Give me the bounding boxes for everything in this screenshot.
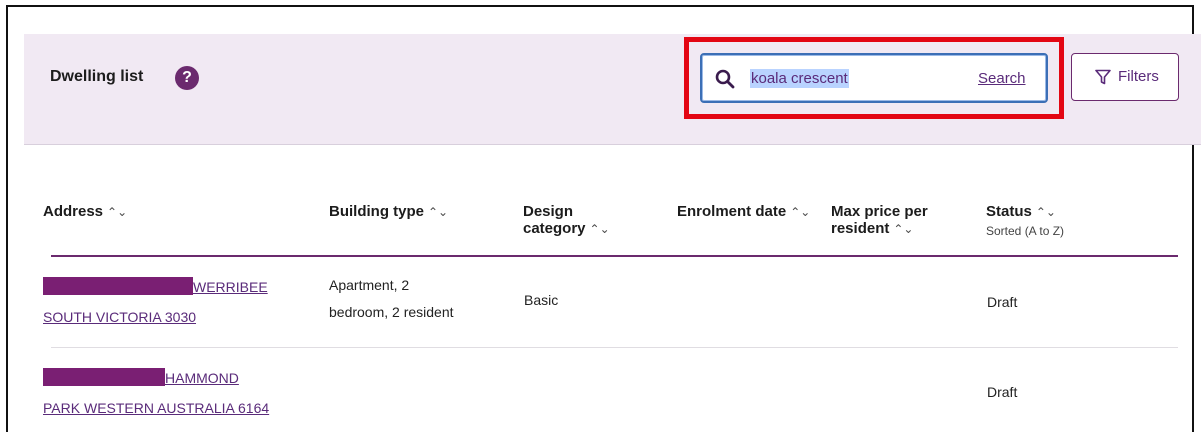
sort-icon[interactable]: ⌃⌄ [428, 205, 448, 219]
address-link[interactable]: WERRIBEE SOUTH VICTORIA 3030 [43, 272, 268, 332]
search-input[interactable]: koala crescent Search [700, 53, 1048, 103]
column-header-building-type[interactable]: Building type ⌃⌄ [329, 203, 448, 221]
building-type-cell: Apartment, 2 bedroom, 2 resident [329, 277, 454, 320]
sort-icon[interactable]: ⌃⌄ [590, 222, 610, 236]
design-category-cell: Basic [524, 292, 559, 308]
window-frame: Dwelling list ? koala crescent Search Fi… [6, 5, 1201, 432]
sort-icon[interactable]: ⌃⌄ [107, 205, 127, 219]
page-title: Dwelling list [50, 68, 144, 85]
status-cell: Draft [987, 294, 1018, 310]
column-header-enrolment-date[interactable]: Enrolment date ⌃⌄ [677, 203, 810, 221]
column-header-max-price[interactable]: Max price per resident ⌃⌄ [831, 203, 928, 238]
help-icon[interactable]: ? [175, 66, 199, 90]
status-sort-note: Sorted (A to Z) [986, 224, 1065, 238]
sort-icon[interactable]: ⌃⌄ [790, 205, 810, 219]
search-button[interactable]: Search [978, 70, 1026, 87]
row-divider [51, 347, 1178, 348]
sort-icon[interactable]: ⌃⌄ [893, 222, 913, 236]
sort-icon[interactable]: ⌃⌄ [1036, 205, 1056, 219]
filters-label: Filters [1118, 68, 1159, 85]
redacted-text [43, 368, 165, 386]
column-header-address[interactable]: Address ⌃⌄ [43, 203, 127, 221]
filters-button[interactable]: Filters [1071, 53, 1179, 101]
address-link[interactable]: HAMMOND PARK WESTERN AUSTRALIA 6164 [43, 363, 269, 423]
status-cell: Draft [987, 384, 1018, 400]
redacted-text [43, 277, 193, 295]
filter-icon [1095, 69, 1111, 85]
column-header-design-category[interactable]: Design category ⌃⌄ [523, 203, 610, 238]
column-header-status[interactable]: Status ⌃⌄ [986, 203, 1056, 221]
search-value[interactable]: koala crescent [750, 69, 849, 88]
search-icon [715, 69, 735, 89]
header-divider [51, 255, 1178, 257]
page-header: Dwelling list ? koala crescent Search Fi… [24, 34, 1201, 145]
